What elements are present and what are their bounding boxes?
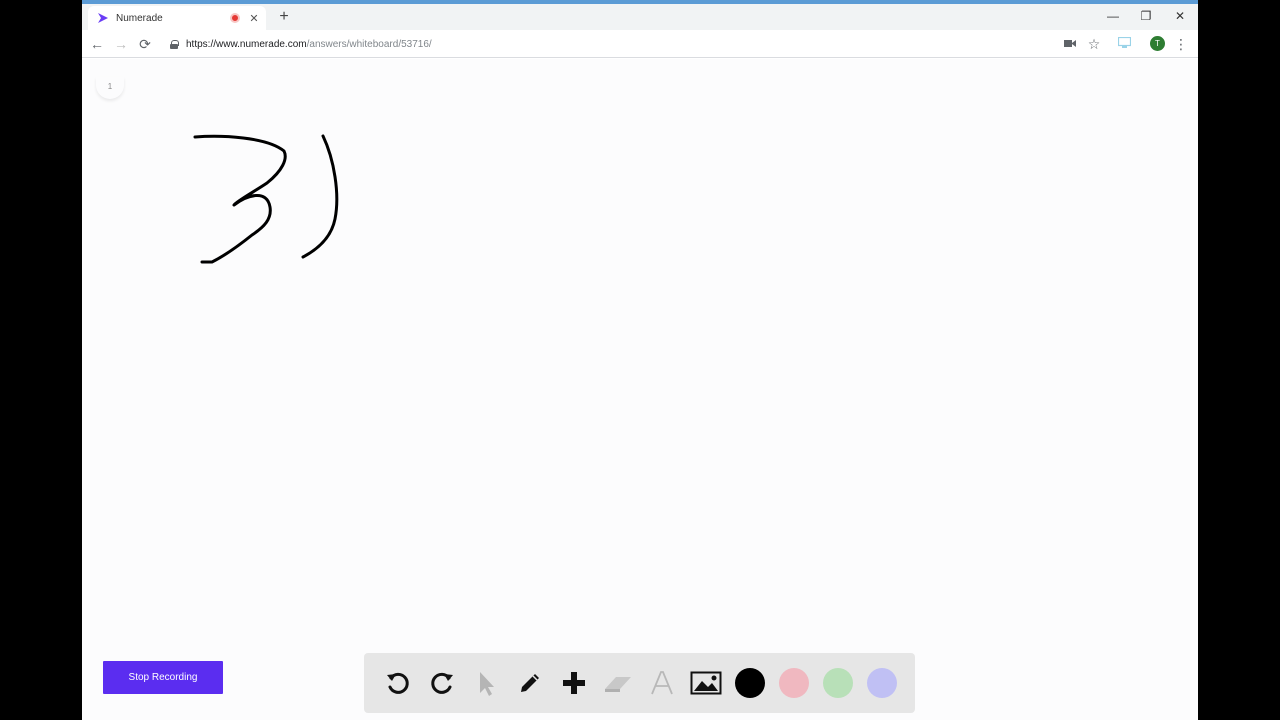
tab-close-icon[interactable]: ✕ — [248, 12, 260, 25]
color-swatch-lavender[interactable] — [860, 661, 904, 705]
add-icon[interactable] — [552, 661, 596, 705]
url-path: /answers/whiteboard/53716/ — [306, 38, 432, 50]
numerade-logo-icon — [98, 13, 108, 23]
reload-button[interactable]: ⟳ — [136, 35, 154, 53]
color-swatch-black[interactable] — [728, 661, 772, 705]
pointer-icon[interactable] — [464, 661, 508, 705]
stop-recording-button[interactable]: Stop Recording — [103, 661, 223, 694]
text-icon[interactable] — [640, 661, 684, 705]
redo-icon[interactable] — [420, 661, 464, 705]
back-button[interactable]: ← — [88, 35, 106, 53]
close-window-button[interactable]: ✕ — [1170, 9, 1190, 23]
menu-icon[interactable]: ⋮ — [1172, 35, 1190, 53]
undo-icon[interactable] — [376, 661, 420, 705]
url-host: https://www.numerade.com — [186, 38, 307, 50]
lock-icon — [170, 39, 179, 49]
pen-icon[interactable] — [508, 661, 552, 705]
recording-indicator-icon — [230, 13, 240, 23]
tab-title: Numerade — [116, 12, 163, 24]
tab-bar: Numerade ✕ + — ❐ ✕ — [82, 4, 1198, 30]
camera-icon[interactable] — [1061, 35, 1079, 53]
browser-toolbar: ← → ⟳ https://www.numerade.com/answers/w… — [82, 30, 1198, 58]
color-swatch-green[interactable] — [816, 661, 860, 705]
restore-button[interactable]: ❐ — [1136, 9, 1156, 23]
profile-avatar[interactable]: T — [1150, 36, 1165, 51]
forward-button[interactable]: → — [112, 35, 130, 53]
image-icon[interactable] — [684, 661, 728, 705]
bookmark-star-icon[interactable]: ☆ — [1085, 35, 1103, 53]
cast-icon[interactable] — [1115, 35, 1133, 53]
handwritten-3-paren — [193, 134, 339, 264]
new-tab-button[interactable]: + — [276, 9, 292, 25]
eraser-icon[interactable] — [596, 661, 640, 705]
browser-window: Numerade ✕ + — ❐ ✕ ← → ⟳ https://www.num… — [82, 0, 1198, 720]
minimize-button[interactable]: — — [1103, 9, 1123, 23]
tab-numerade[interactable]: Numerade ✕ — [88, 6, 266, 30]
drawing-toolbar — [364, 653, 915, 713]
whiteboard-canvas[interactable]: 1 Stop Recording — [82, 59, 1198, 720]
color-swatch-pink[interactable] — [772, 661, 816, 705]
address-bar[interactable]: https://www.numerade.com/answers/whitebo… — [162, 33, 1052, 55]
